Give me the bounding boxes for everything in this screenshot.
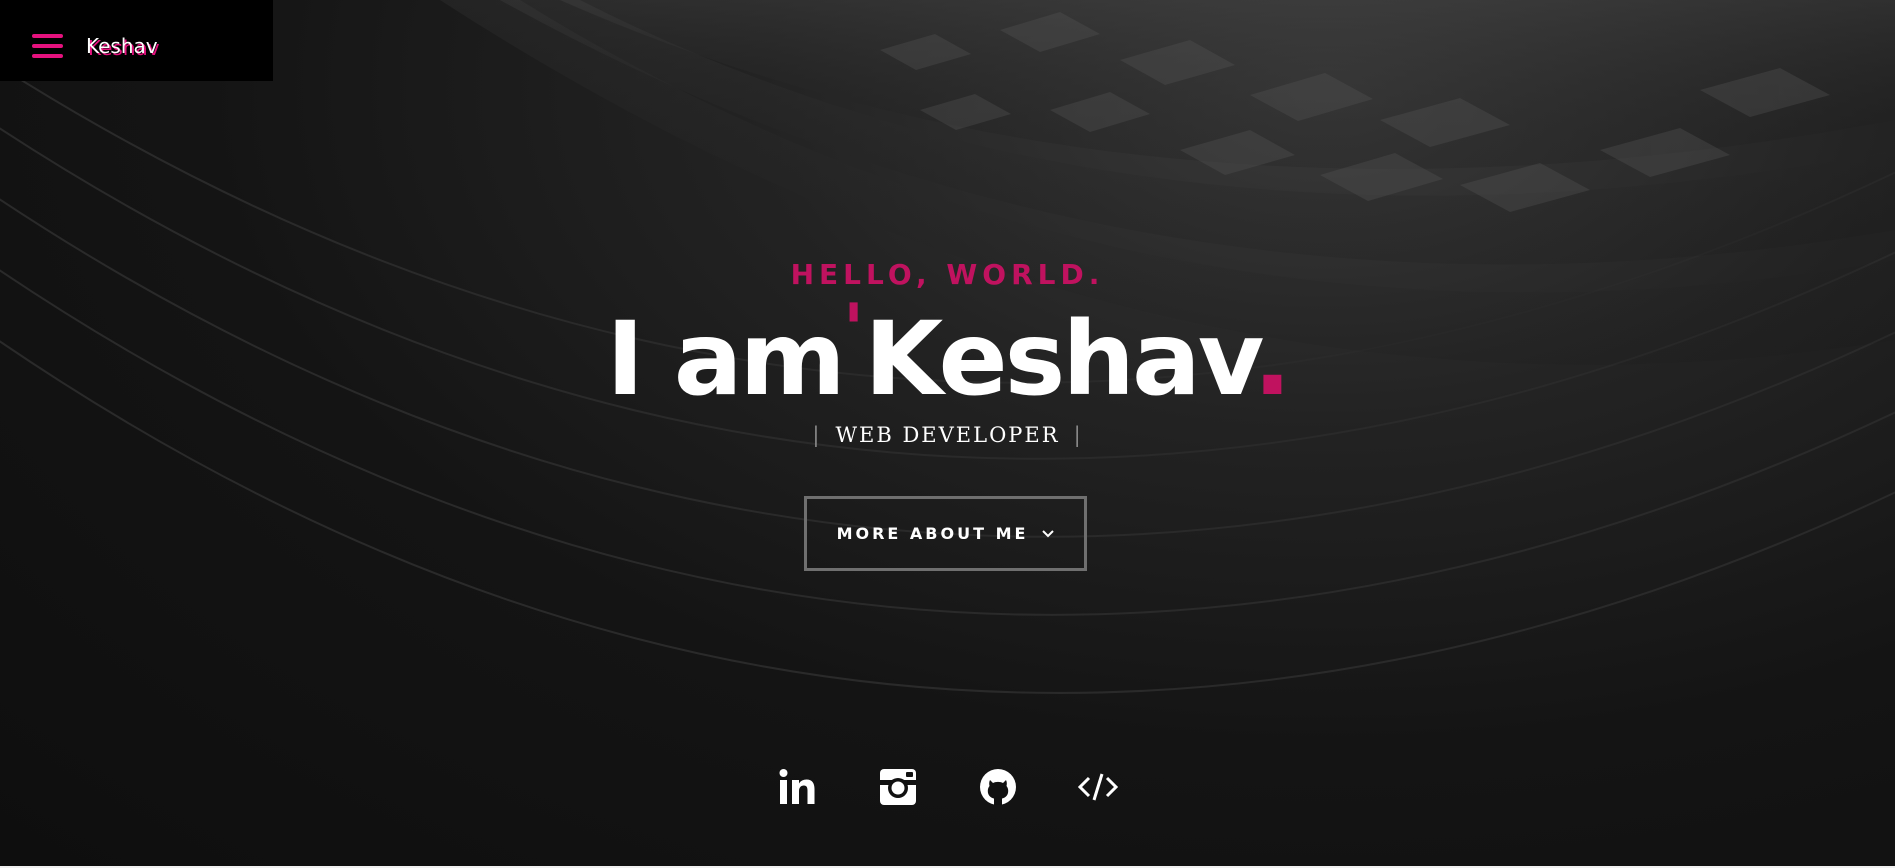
role-bar-right: |	[1073, 423, 1083, 447]
greeting-text: HELLO, WORLD.	[790, 258, 1105, 291]
social-links	[0, 766, 1895, 808]
chevron-down-icon	[1042, 529, 1055, 537]
github-icon[interactable]	[976, 766, 1020, 808]
role-label: WEB DEVELOPER	[835, 423, 1060, 447]
headline-prefix: I am	[606, 300, 846, 419]
instagram-icon[interactable]	[876, 766, 920, 808]
code-icon[interactable]	[1076, 766, 1120, 808]
menu-bar	[32, 44, 63, 48]
linkedin-icon[interactable]	[776, 766, 820, 808]
brand-logo[interactable]: Keshav	[86, 34, 158, 58]
headline-apostrophe: '	[842, 289, 865, 371]
hamburger-icon[interactable]	[32, 34, 63, 61]
menu-bar	[32, 34, 63, 38]
site-header: Keshav	[0, 0, 273, 81]
role-bar-left: |	[812, 423, 822, 447]
headline: I am'Keshav.	[0, 292, 1895, 416]
headline-dot: .	[1253, 300, 1292, 419]
more-about-me-label: MORE ABOUT ME	[836, 524, 1029, 543]
role-text: | WEB DEVELOPER |	[0, 423, 1895, 447]
more-about-me-button[interactable]: MORE ABOUT ME	[804, 496, 1087, 571]
headline-name: Keshav	[864, 300, 1256, 419]
menu-bar	[32, 54, 63, 58]
